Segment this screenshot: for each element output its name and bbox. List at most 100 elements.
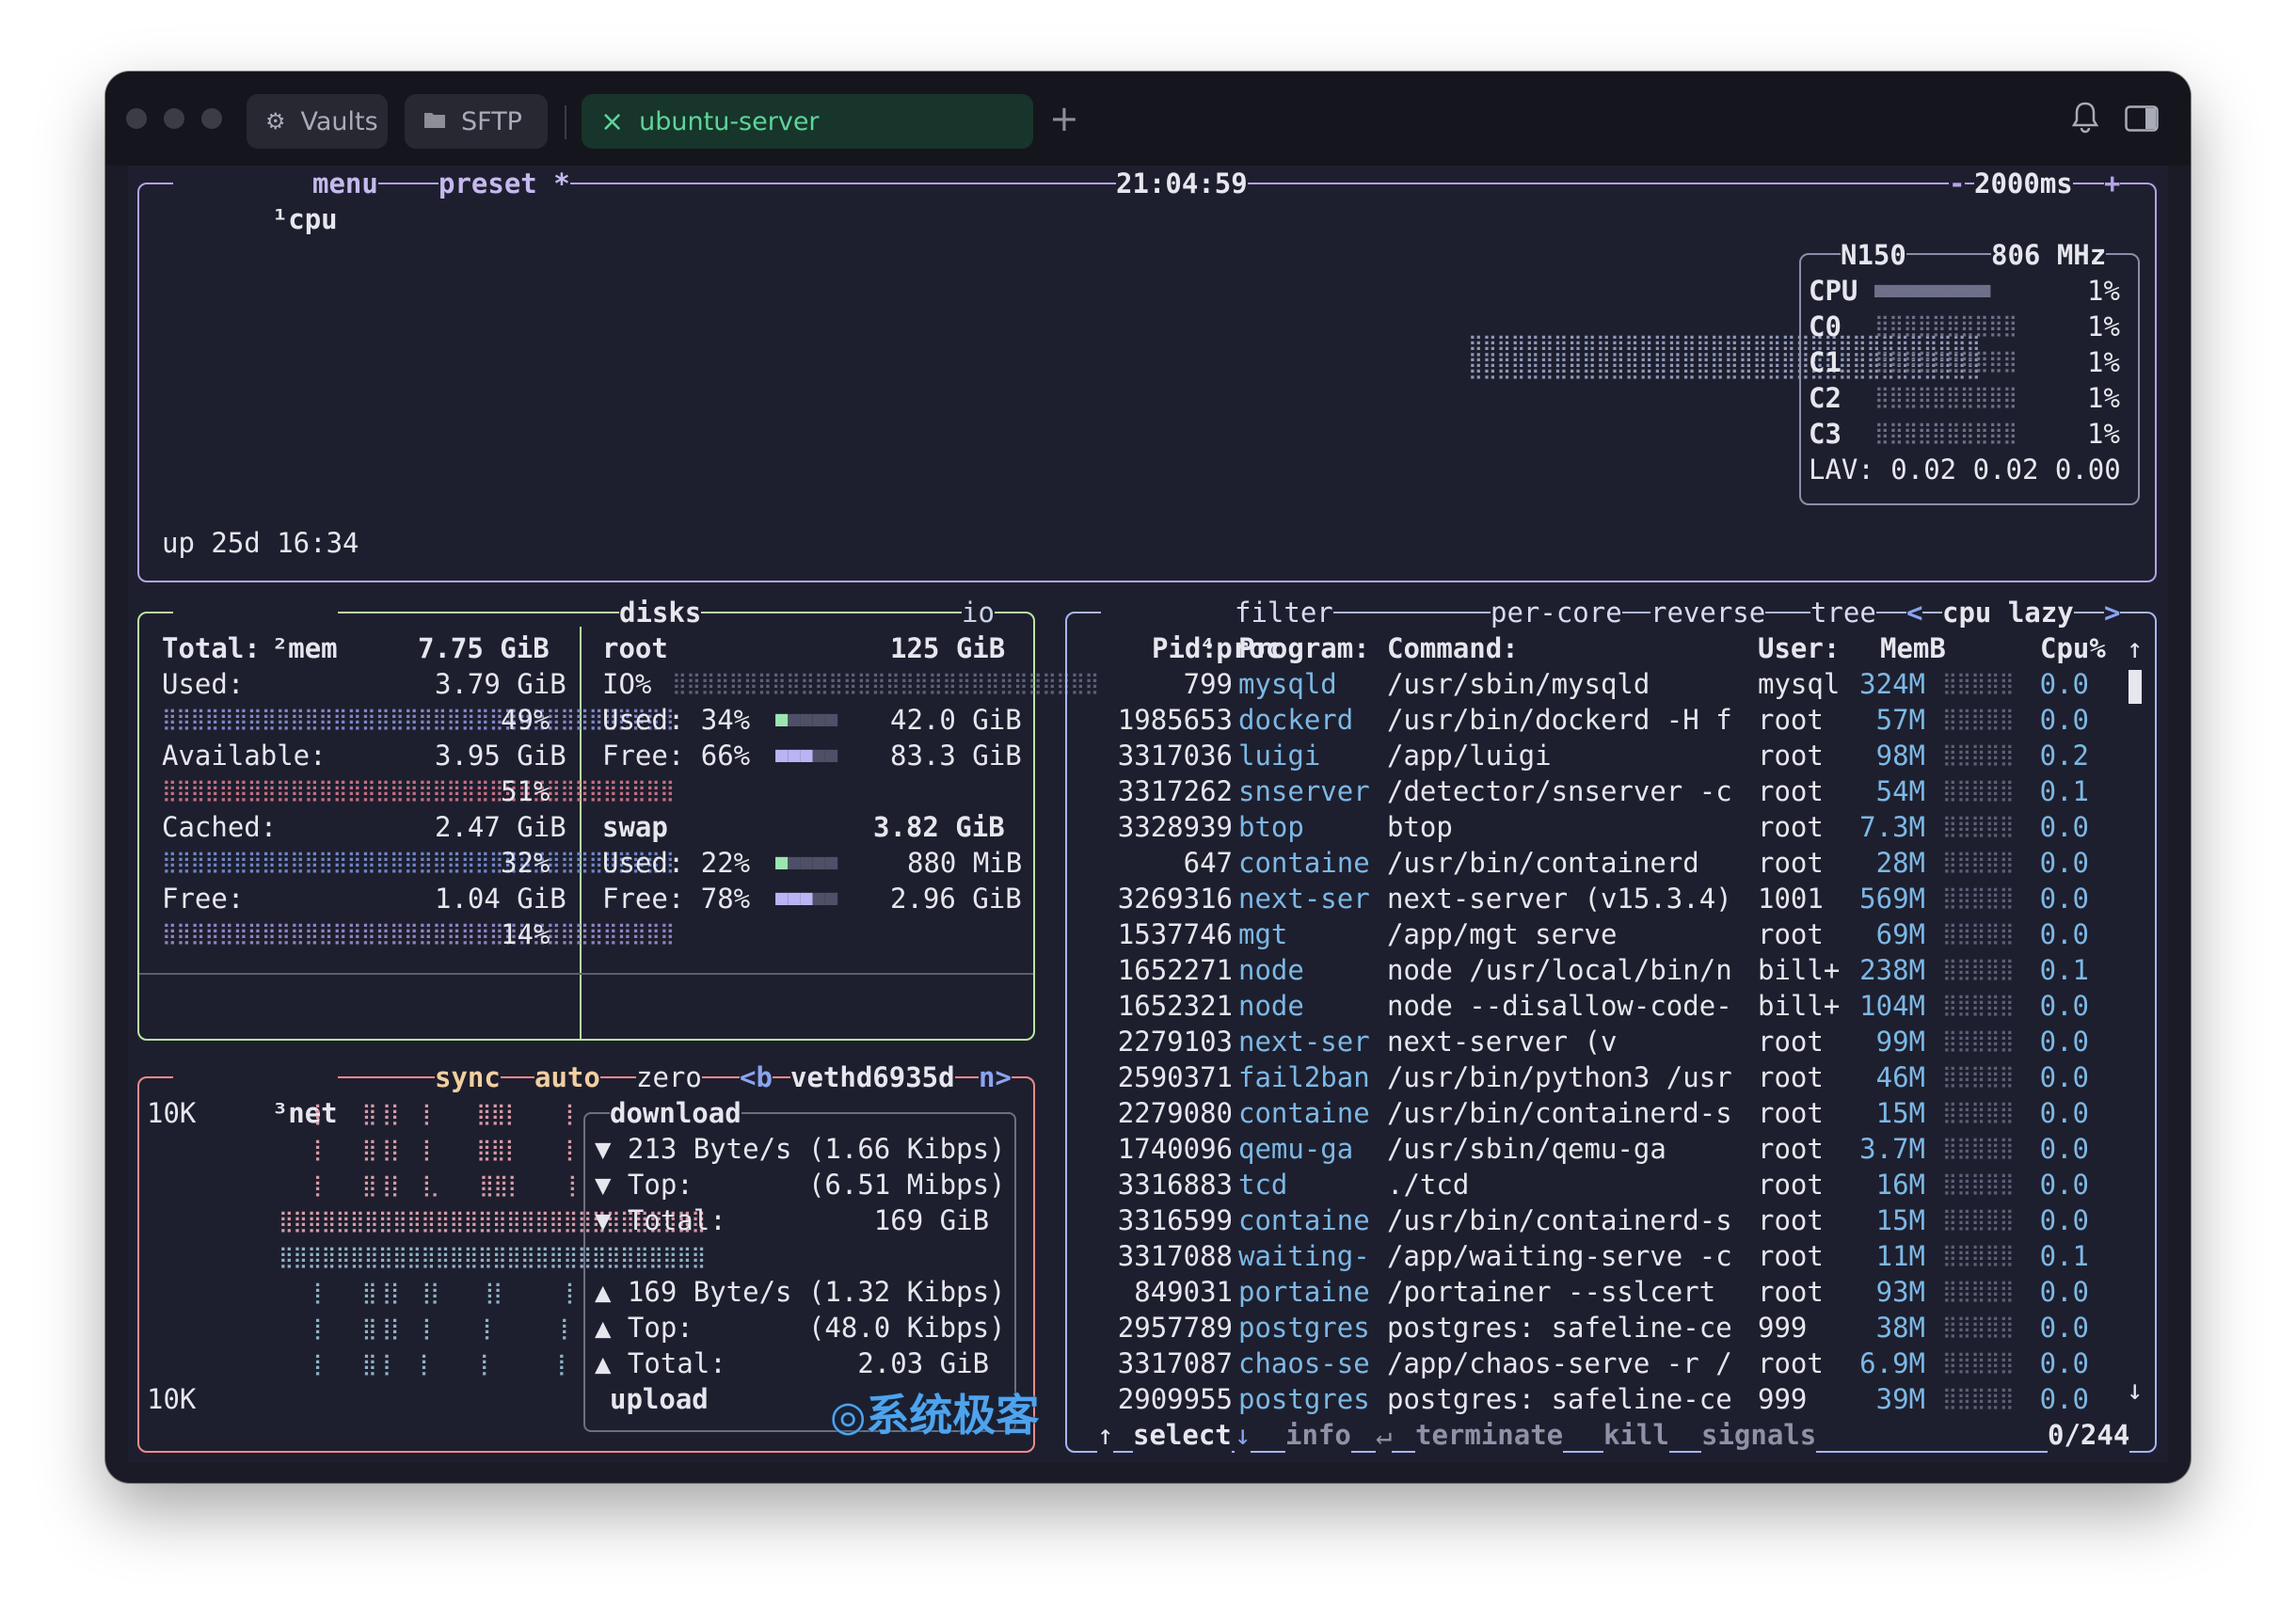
- disk-root-name: root: [602, 632, 668, 664]
- proc-terminate-button[interactable]: terminate: [1415, 1417, 1564, 1453]
- sort-next-button[interactable]: >: [2104, 595, 2121, 630]
- net-zero-toggle[interactable]: zero: [636, 1059, 702, 1095]
- process-cpu: 0.0: [2039, 883, 2089, 915]
- process-program: next-ser: [1238, 1026, 1370, 1058]
- cpu-preset-button[interactable]: preset *: [438, 166, 570, 201]
- select-down-arrow[interactable]: ↓: [1235, 1417, 1252, 1453]
- tab-sftp[interactable]: SFTP: [405, 94, 548, 149]
- clock: 21:04:59: [1116, 166, 1248, 201]
- proc-info-button[interactable]: info: [1285, 1417, 1351, 1453]
- proc-filter-button[interactable]: filter: [1235, 595, 1333, 630]
- cpu-menu-button[interactable]: menu: [312, 166, 378, 201]
- proc-per-core-toggle[interactable]: per-core: [1491, 595, 1622, 630]
- process-pid: 1652321: [1117, 990, 1233, 1022]
- cpu-total-label: CPU: [1809, 275, 1858, 307]
- proc-reverse-toggle[interactable]: reverse: [1650, 595, 1766, 630]
- process-cpu: 0.0: [2039, 1276, 2089, 1308]
- process-program: mysqld: [1238, 668, 1337, 700]
- tab-ubuntu-server[interactable]: × ubuntu-server: [582, 94, 1033, 149]
- net-prev-iface-button[interactable]: <b: [740, 1059, 773, 1095]
- select-up-arrow[interactable]: ↑: [1097, 1417, 1114, 1453]
- rate-decrease-button[interactable]: -: [1949, 166, 1966, 201]
- process-cpu: 0.0: [2039, 990, 2089, 1022]
- col-cpu[interactable]: Cpu%: [2040, 630, 2106, 666]
- process-pid: 849031: [1134, 1276, 1233, 1308]
- process-pid: 1537746: [1117, 918, 1233, 950]
- process-program: btop: [1238, 811, 1304, 843]
- process-cpu: 0.0: [2039, 918, 2089, 950]
- process-command: /app/chaos-serve -r /: [1387, 1347, 1732, 1379]
- disk-swap-used: 880 MiB: [907, 847, 1023, 879]
- col-command[interactable]: Command:: [1387, 630, 1519, 666]
- process-program: next-ser: [1238, 883, 1370, 915]
- process-command: ./tcd: [1387, 1169, 1470, 1201]
- process-mem: 324M: [1859, 668, 1925, 700]
- disk-root-free: 83.3 GiB: [890, 740, 1022, 772]
- disks-title[interactable]: disks: [619, 595, 702, 630]
- sidebar-toggle-icon[interactable]: [2125, 105, 2159, 132]
- close-icon[interactable]: ×: [600, 105, 624, 138]
- new-tab-button[interactable]: +: [1049, 98, 1079, 139]
- process-program: luigi: [1238, 740, 1321, 772]
- mem-available-label: Available:: [162, 740, 327, 772]
- proc-tree-toggle[interactable]: tree: [1810, 595, 1876, 630]
- col-mem[interactable]: MemB: [1880, 630, 1946, 666]
- scroll-down-icon[interactable]: ↓: [2127, 1372, 2143, 1408]
- process-pid: 3317036: [1117, 740, 1233, 772]
- core-c3-meter: ⣿⣿⣿⣿⣿⣿⣿⣿⣿⣿: [1874, 422, 2017, 445]
- zoom-window-button[interactable]: [201, 108, 222, 129]
- disk-root-size: 125 GiB: [890, 632, 1006, 664]
- tab-ubuntu-server-label: ubuntu-server: [639, 106, 820, 136]
- disks-io-toggle[interactable]: io: [962, 595, 995, 630]
- process-command: /usr/sbin/qemu-ga: [1387, 1133, 1666, 1165]
- minimize-window-button[interactable]: [164, 108, 184, 129]
- process-program: postgres: [1238, 1383, 1370, 1415]
- process-mem: 93M: [1875, 1276, 1925, 1308]
- watermark-text: 系统极客: [866, 1390, 1040, 1441]
- process-cpu-graph: ⣿⣿⣿⣿⣿: [1942, 994, 2015, 1017]
- proc-kill-button[interactable]: kill: [1603, 1417, 1669, 1453]
- process-cpu-graph: ⣿⣿⣿⣿⣿: [1942, 1280, 2015, 1303]
- mem-available-value: 3.95 GiB: [435, 740, 566, 772]
- mem-title[interactable]: mem: [288, 632, 337, 664]
- net-next-iface-button[interactable]: n>: [979, 1059, 1012, 1095]
- tab-vaults[interactable]: ⚙ Vaults: [247, 94, 388, 149]
- disk-root-used: 42.0 GiB: [890, 704, 1022, 736]
- proc-select-button[interactable]: select: [1133, 1417, 1232, 1453]
- cpu-title[interactable]: cpu: [288, 203, 337, 235]
- disk-swap-size: 3.82 GiB: [873, 811, 1005, 843]
- bell-icon[interactable]: [2069, 100, 2101, 135]
- process-program: snserver: [1238, 775, 1370, 807]
- mem-used-label: Used:: [162, 668, 245, 700]
- rate-increase-button[interactable]: +: [2104, 166, 2121, 201]
- proc-scrollbar-thumb[interactable]: [2129, 670, 2142, 704]
- col-user[interactable]: User:: [1758, 630, 1840, 666]
- proc-signals-button[interactable]: signals: [1701, 1417, 1817, 1453]
- disk-swap-free-label: Free: 78%: [602, 883, 751, 915]
- scroll-up-icon[interactable]: ↑: [2127, 630, 2143, 666]
- process-program: portaine: [1238, 1276, 1370, 1308]
- sort-prev-button[interactable]: <: [1906, 595, 1923, 630]
- disk-swap-free: 2.96 GiB: [890, 883, 1022, 915]
- col-program[interactable]: Program:: [1238, 630, 1370, 666]
- process-cpu: 0.0: [2039, 1169, 2089, 1201]
- net-sync-toggle[interactable]: sync: [435, 1059, 501, 1095]
- disk-root-used-label: Used: 34%: [602, 704, 751, 736]
- process-pid: 3317088: [1117, 1240, 1233, 1272]
- process-command: postgres: safeline-ce: [1387, 1312, 1732, 1344]
- process-program: qemu-ga: [1238, 1133, 1354, 1165]
- col-pid[interactable]: Pid:: [1152, 630, 1218, 666]
- net-auto-toggle[interactable]: auto: [534, 1059, 600, 1095]
- tab-sftp-label: SFTP: [461, 106, 522, 136]
- btop-terminal[interactable]: ¹cpu menu preset * 21:04:59 - 2000ms + ⣿…: [128, 166, 2168, 1462]
- process-cpu: 0.0: [2039, 1097, 2089, 1129]
- core-c2-pct: 1%: [2087, 382, 2120, 414]
- process-cpu-graph: ⣿⣿⣿⣿⣿: [1942, 1315, 2015, 1339]
- process-mem: 28M: [1875, 847, 1925, 879]
- process-cpu-graph: ⣿⣿⣿⣿⣿: [1942, 708, 2015, 731]
- tab-vaults-label: Vaults: [300, 106, 378, 136]
- close-window-button[interactable]: [126, 108, 147, 129]
- mem-cached-value: 2.47 GiB: [435, 811, 566, 843]
- process-cpu-graph: ⣿⣿⣿⣿⣿: [1942, 1208, 2015, 1232]
- process-cpu: 0.0: [2039, 1312, 2089, 1344]
